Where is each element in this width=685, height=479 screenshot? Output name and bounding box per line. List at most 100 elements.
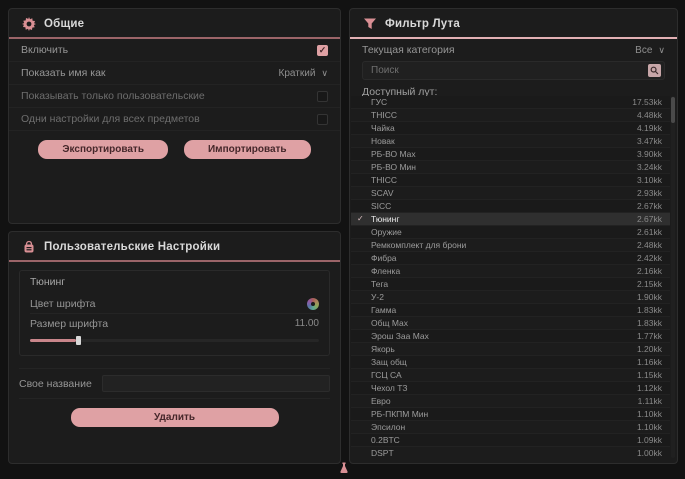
setting-label: Включить	[21, 44, 68, 56]
loot-item-value: 1.00kk	[637, 448, 662, 458]
loot-list-item[interactable]: Гамма1.83kk	[351, 304, 670, 317]
current-category-row: Текущая категория Все ∨	[350, 39, 677, 61]
loot-list-item[interactable]: Фибра2.42kk	[351, 252, 670, 265]
user-settings-title: Пользовательские Настройки	[44, 241, 220, 253]
loot-list-item[interactable]: THICC3.10kk	[351, 174, 670, 187]
loot-item-name: РБ-ПКПМ Мин	[371, 409, 637, 419]
loot-list-item[interactable]: Общ Мах1.83kk	[351, 317, 670, 330]
loot-list-item[interactable]: ГСЦ СА1.15kk	[351, 369, 670, 382]
export-button[interactable]: Экспортировать	[38, 140, 168, 159]
loot-list-item[interactable]: Ремкомплект для брони2.48kk	[351, 239, 670, 252]
loot-item-name: Оружие	[371, 227, 637, 237]
loot-item-name: DSPT	[371, 448, 637, 458]
loot-list-item[interactable]: Евро1.11kk	[351, 395, 670, 408]
custom-name-label: Свое название	[19, 378, 92, 390]
font-size-slider[interactable]	[30, 335, 319, 345]
loot-item-name: Защ общ	[371, 357, 637, 367]
loot-item-value: 1.20kk	[637, 344, 662, 354]
loot-item-name: РБ-ВО Мин	[371, 162, 637, 172]
collapse-handle-icon[interactable]	[338, 461, 350, 473]
loot-item-value: 3.47kk	[637, 136, 662, 146]
loot-list-item[interactable]: THICC4.48kk	[351, 109, 670, 122]
loot-list-item[interactable]: Новак3.47kk	[351, 135, 670, 148]
user-settings-header: Пользовательские Настройки	[9, 232, 340, 260]
general-setting-row: Одни настройки для всех предметов	[9, 108, 340, 131]
loot-item-name: Общ Мах	[371, 318, 637, 328]
color-palette-icon[interactable]	[307, 298, 319, 310]
loot-item-name: SCAV	[371, 188, 637, 198]
loot-list-item[interactable]: ГУС17.53kk	[351, 96, 670, 109]
loot-item-value: 2.15kk	[637, 279, 662, 289]
name-mode-dropdown[interactable]: Краткий ∨	[279, 68, 328, 79]
loot-item-value: 1.83kk	[637, 318, 662, 328]
selected-item-group-title: Тюнинг	[30, 276, 319, 288]
loot-item-value: 1.90kk	[637, 292, 662, 302]
loot-list-item[interactable]: Якорь1.20kk	[351, 343, 670, 356]
loot-item-name: Якорь	[371, 344, 637, 354]
loot-filter-title: Фильтр Лута	[385, 18, 460, 30]
loot-list-item[interactable]: 0.2BTC1.09kk	[351, 434, 670, 447]
loot-item-value: 1.83kk	[637, 305, 662, 315]
loot-item-name: SICC	[371, 201, 637, 211]
loot-item-name: РБ-ВО Мах	[371, 149, 637, 159]
search-icon[interactable]	[648, 64, 661, 77]
loot-item-name: У-2	[371, 292, 637, 302]
loot-item-value: 2.67kk	[637, 201, 662, 211]
general-panel-header: Общие	[9, 9, 340, 37]
loot-item-value: 1.11kk	[638, 396, 662, 406]
loot-item-name: Фленка	[371, 266, 637, 276]
loot-list-item[interactable]: У-21.90kk	[351, 291, 670, 304]
loot-item-name: Эрош Заа Мах	[371, 331, 637, 341]
loot-item-name: Новак	[371, 136, 637, 146]
user-settings-divider	[9, 260, 340, 262]
setting-checkbox[interactable]	[317, 114, 328, 125]
loot-item-value: 1.15kk	[637, 370, 662, 380]
search-input[interactable]	[369, 64, 648, 77]
loot-list-item[interactable]: Защ общ1.16kk	[351, 356, 670, 369]
loot-list-scrollbar-thumb[interactable]	[671, 97, 675, 123]
loot-list-item[interactable]: SICC2.67kk	[351, 200, 670, 213]
name-mode-dropdown-value: Краткий	[279, 68, 316, 79]
general-setting-row: Показать имя какКраткий∨	[9, 62, 340, 85]
chevron-down-icon: ∨	[658, 45, 665, 56]
loot-list-item[interactable]: SCAV2.93kk	[351, 187, 670, 200]
loot-list-scrollbar-track[interactable]	[671, 96, 675, 458]
loot-list-item[interactable]: РБ-ВО Мин3.24kk	[351, 161, 670, 174]
slider-fill	[30, 339, 76, 342]
selected-check-icon: ✓	[357, 213, 364, 225]
setting-checkbox[interactable]	[317, 91, 328, 102]
loot-item-name: Гамма	[371, 305, 637, 315]
font-size-label: Размер шрифта	[30, 318, 108, 330]
loot-list-item[interactable]: Чехол ТЗ1.12kk	[351, 382, 670, 395]
loot-item-value: 2.93kk	[637, 188, 662, 198]
setting-checkbox[interactable]: ✓	[317, 45, 328, 56]
custom-name-row: Свое название	[19, 368, 330, 399]
loot-item-name: ГСЦ СА	[371, 370, 637, 380]
loot-list-item[interactable]: Фленка2.16kk	[351, 265, 670, 278]
custom-name-input[interactable]	[102, 375, 330, 392]
loot-list-item[interactable]: Эрош Заа Мах1.77kk	[351, 330, 670, 343]
loot-list-item[interactable]: Тега2.15kk	[351, 278, 670, 291]
chevron-down-icon: ∨	[321, 68, 328, 79]
slider-thumb[interactable]	[76, 336, 81, 345]
loot-item-name: Евро	[371, 396, 638, 406]
loot-filter-header: Фильтр Лута	[350, 9, 677, 37]
loot-item-name: 0.2BTC	[371, 435, 637, 445]
category-dropdown[interactable]: Все ∨	[635, 45, 665, 56]
loot-list-item[interactable]: Оружие2.61kk	[351, 226, 670, 239]
loot-list-item[interactable]: РБ-ВО Мах3.90kk	[351, 148, 670, 161]
loot-list-item[interactable]: Эпсилон1.10kk	[351, 421, 670, 434]
loot-list-item[interactable]: РБ-ПКПМ Мин1.10kk	[351, 408, 670, 421]
loot-list-item[interactable]: DSPT1.00kk	[351, 447, 670, 459]
font-size-value: 11.00	[295, 318, 319, 329]
setting-label: Показывать только пользовательские	[21, 90, 205, 102]
import-button[interactable]: Импортировать	[184, 140, 311, 159]
current-category-label: Текущая категория	[362, 44, 455, 56]
general-panel: Общие Включить✓Показать имя какКраткий∨П…	[8, 8, 341, 224]
loot-list-item[interactable]: Чайка4.19kk	[351, 122, 670, 135]
general-setting-row: Показывать только пользовательские	[9, 85, 340, 108]
loot-list-item[interactable]: ✓Тюнинг2.67kk	[351, 213, 670, 226]
filter-funnel-icon	[362, 16, 377, 31]
loot-item-value: 1.12kk	[637, 383, 662, 393]
delete-button[interactable]: Удалить	[71, 408, 279, 427]
